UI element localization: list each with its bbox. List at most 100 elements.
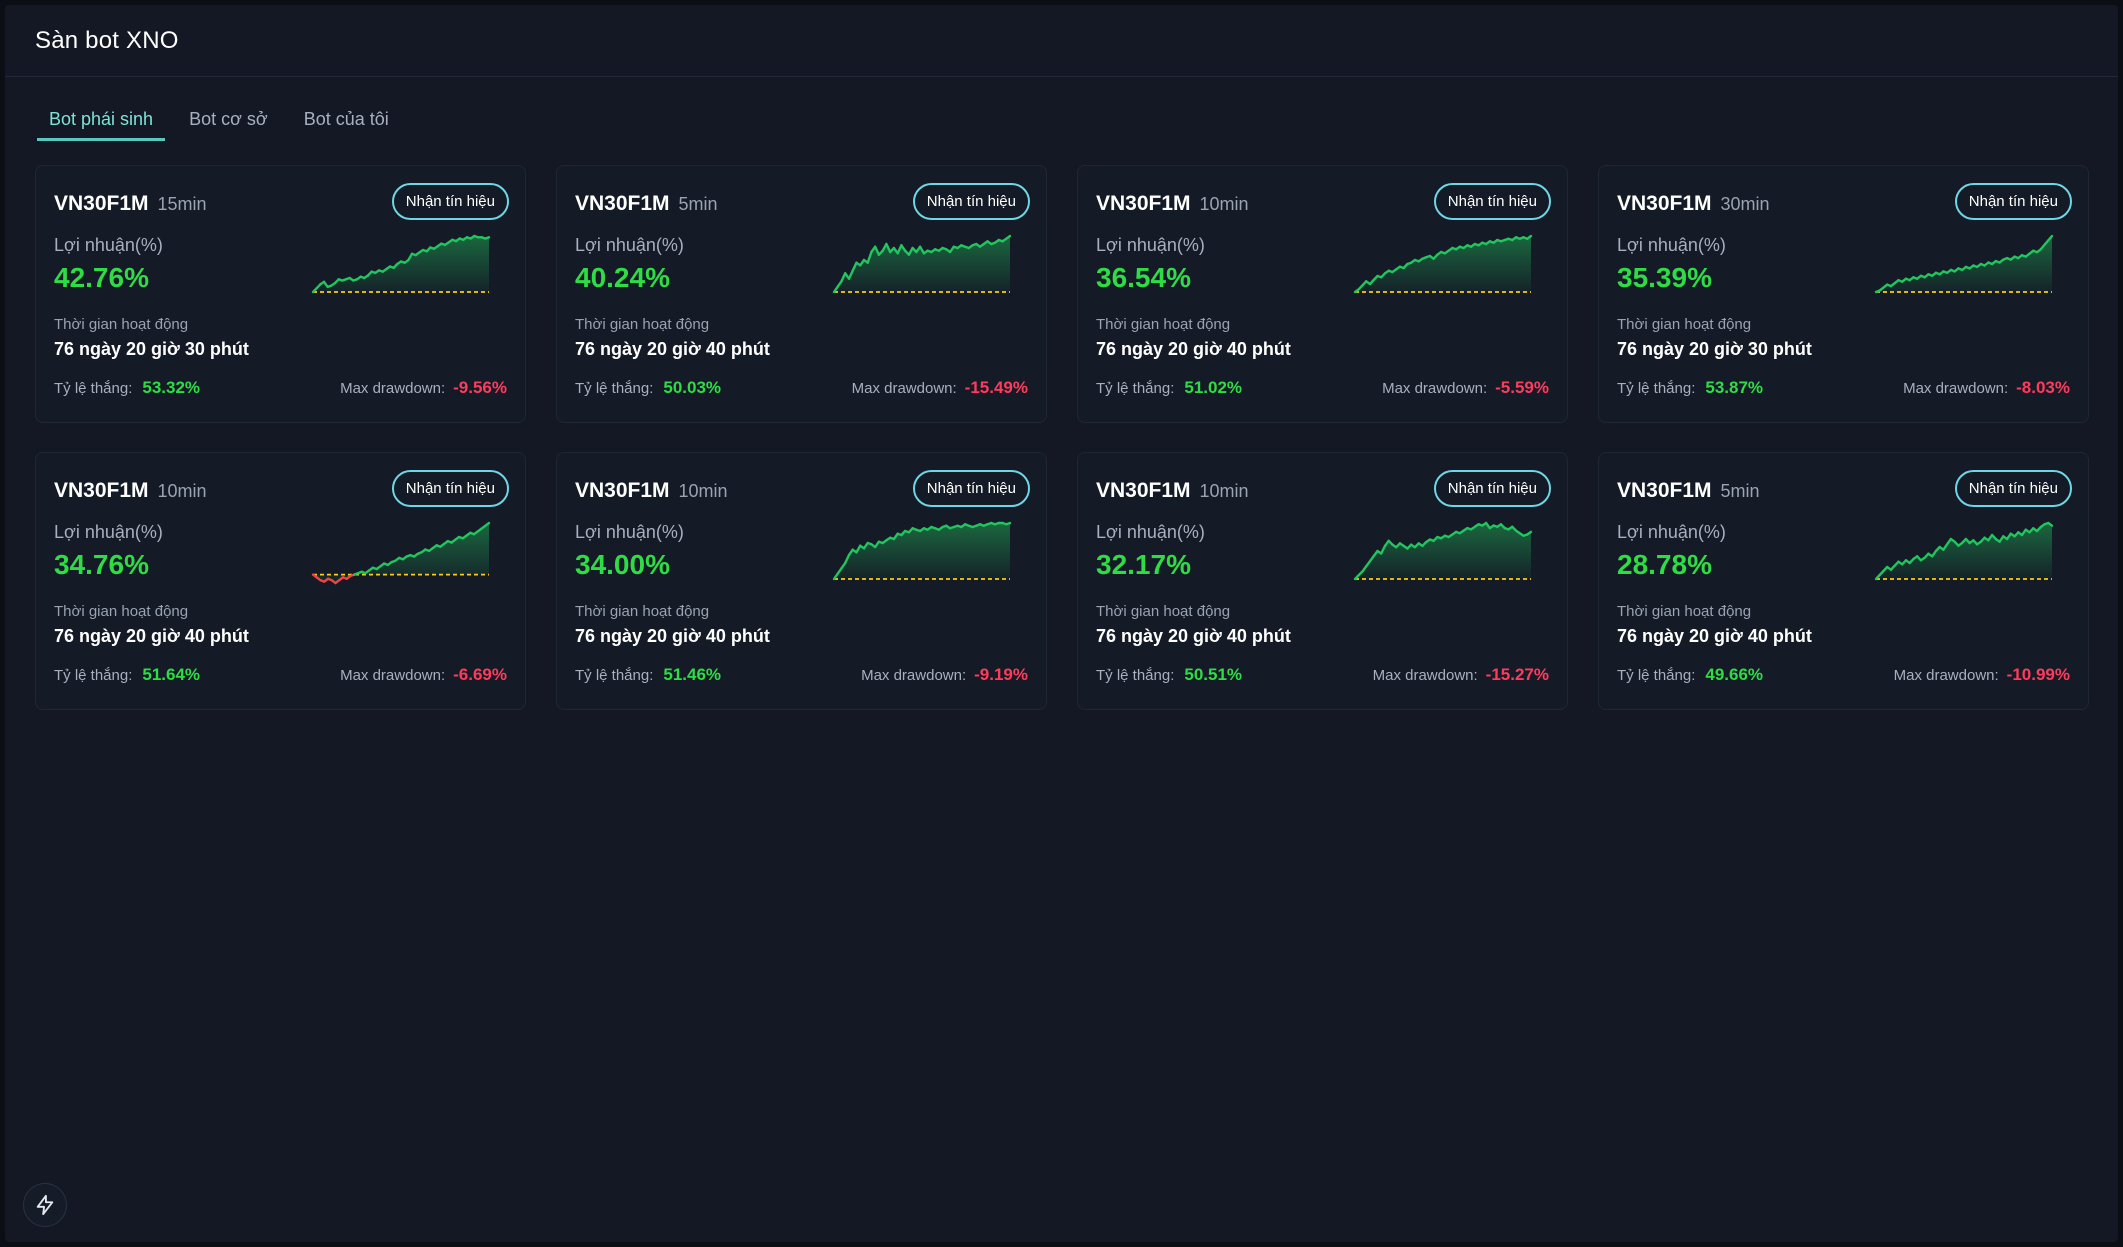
- get-signal-button[interactable]: Nhận tín hiệu: [912, 470, 1030, 507]
- win-rate-label: Tỷ lệ thắng:: [1096, 380, 1175, 397]
- win-rate-value: 49.66%: [1705, 665, 1764, 684]
- bot-title: VN30F1M 10min: [575, 479, 728, 503]
- tab-bar: Bot phái sinh Bot cơ sở Bot của tôi: [37, 105, 2118, 141]
- max-drawdown: Max drawdown: -15.49%: [852, 378, 1028, 398]
- tab-base-bots[interactable]: Bot cơ sở: [177, 105, 280, 141]
- runtime-value: 76 ngày 20 giờ 40 phút: [1096, 626, 1291, 646]
- bot-card[interactable]: VN30F1M 5min Nhận tín hiệu Lợi nhuận(%) …: [1598, 452, 2089, 710]
- get-signal-button[interactable]: Nhận tín hiệu: [912, 183, 1030, 220]
- win-rate: Tỷ lệ thắng: 50.51%: [1096, 665, 1242, 685]
- win-rate-label: Tỷ lệ thắng:: [575, 667, 654, 684]
- profit-sparkline: [1874, 521, 2054, 581]
- runtime-label: Thời gian hoạt động: [1096, 603, 1231, 620]
- win-rate: Tỷ lệ thắng: 49.66%: [1617, 665, 1763, 685]
- bot-symbol: VN30F1M: [54, 192, 149, 215]
- bot-card[interactable]: VN30F1M 10min Nhận tín hiệu Lợi nhuận(%)…: [1077, 452, 1568, 710]
- profit-label: Lợi nhuận(%): [575, 235, 684, 255]
- get-signal-button[interactable]: Nhận tín hiệu: [391, 470, 509, 507]
- bot-card-grid: VN30F1M 15min Nhận tín hiệu Lợi nhuận(%)…: [35, 165, 2089, 710]
- profit-sparkline: [832, 234, 1012, 294]
- bot-card[interactable]: VN30F1M 5min Nhận tín hiệu Lợi nhuận(%) …: [556, 165, 1047, 423]
- profit-value: 35.39%: [1617, 262, 1712, 293]
- profit-value: 34.00%: [575, 549, 670, 580]
- bot-interval: 30min: [1720, 194, 1770, 214]
- profit-label: Lợi nhuận(%): [1096, 235, 1205, 255]
- sparkline-segment: [484, 236, 491, 240]
- bot-card[interactable]: VN30F1M 10min Nhận tín hiệu Lợi nhuận(%)…: [35, 452, 526, 710]
- profit-sparkline: [832, 521, 1012, 581]
- win-rate-value: 50.03%: [663, 378, 722, 397]
- win-rate-value: 51.02%: [1184, 378, 1243, 397]
- bot-interval: 10min: [1199, 481, 1249, 501]
- max-drawdown-value: -9.19%: [974, 665, 1028, 684]
- bot-interval: 10min: [678, 481, 728, 501]
- max-drawdown-label: Max drawdown:: [861, 667, 967, 684]
- get-signal-button[interactable]: Nhận tín hiệu: [391, 183, 509, 220]
- sparkline-area: [313, 236, 489, 292]
- max-drawdown: Max drawdown: -9.19%: [861, 665, 1028, 685]
- sparkline-area: [1876, 236, 2052, 292]
- max-drawdown-label: Max drawdown:: [340, 667, 446, 684]
- win-rate-label: Tỷ lệ thắng:: [54, 380, 133, 397]
- runtime-label: Thời gian hoạt động: [54, 316, 189, 333]
- max-drawdown: Max drawdown: -5.59%: [1382, 378, 1549, 398]
- profit-value: 32.17%: [1096, 549, 1191, 580]
- win-rate-value: 53.32%: [142, 378, 201, 397]
- get-signal-button[interactable]: Nhận tín hiệu: [1954, 470, 2072, 507]
- bot-card[interactable]: VN30F1M 10min Nhận tín hiệu Lợi nhuận(%)…: [556, 452, 1047, 710]
- bot-symbol: VN30F1M: [54, 479, 149, 502]
- page-title: Sàn bot XNO: [35, 26, 179, 54]
- quick-action-button[interactable]: [23, 1183, 67, 1227]
- win-rate: Tỷ lệ thắng: 53.32%: [54, 378, 200, 398]
- max-drawdown-value: -9.56%: [453, 378, 507, 397]
- sparkline-area: [1355, 236, 1531, 292]
- bot-symbol: VN30F1M: [1096, 192, 1191, 215]
- win-rate-label: Tỷ lệ thắng:: [1617, 667, 1696, 684]
- get-signal-button[interactable]: Nhận tín hiệu: [1433, 183, 1551, 220]
- max-drawdown-label: Max drawdown:: [851, 380, 957, 397]
- win-rate-value: 50.51%: [1184, 665, 1243, 684]
- bot-symbol: VN30F1M: [1617, 479, 1712, 502]
- lightning-icon: [36, 1194, 54, 1216]
- win-rate: Tỷ lệ thắng: 53.87%: [1617, 378, 1763, 398]
- profit-sparkline: [311, 521, 491, 585]
- profit-sparkline: [311, 234, 491, 294]
- win-rate-label: Tỷ lệ thắng:: [54, 667, 133, 684]
- win-rate: Tỷ lệ thắng: 51.46%: [575, 665, 721, 685]
- bot-card[interactable]: VN30F1M 15min Nhận tín hiệu Lợi nhuận(%)…: [35, 165, 526, 423]
- win-rate-label: Tỷ lệ thắng:: [1617, 380, 1696, 397]
- max-drawdown-value: -15.49%: [964, 378, 1028, 397]
- win-rate-label: Tỷ lệ thắng:: [1096, 667, 1175, 684]
- sparkline-segment: [1005, 521, 1012, 526]
- profit-value: 40.24%: [575, 262, 670, 293]
- max-drawdown-label: Max drawdown:: [1372, 667, 1478, 684]
- bot-card[interactable]: VN30F1M 30min Nhận tín hiệu Lợi nhuận(%)…: [1598, 165, 2089, 423]
- runtime-value: 76 ngày 20 giờ 40 phút: [575, 339, 770, 359]
- bot-title: VN30F1M 10min: [54, 479, 207, 503]
- runtime-label: Thời gian hoạt động: [575, 316, 710, 333]
- get-signal-button[interactable]: Nhận tín hiệu: [1433, 470, 1551, 507]
- bot-card[interactable]: VN30F1M 10min Nhận tín hiệu Lợi nhuận(%)…: [1077, 165, 1568, 423]
- tab-derivatives-bots[interactable]: Bot phái sinh: [37, 105, 166, 141]
- tab-my-bots[interactable]: Bot của tôi: [292, 105, 401, 141]
- bot-symbol: VN30F1M: [1617, 192, 1712, 215]
- profit-value: 28.78%: [1617, 549, 1712, 580]
- profit-label: Lợi nhuận(%): [575, 522, 684, 542]
- win-rate-value: 51.64%: [142, 665, 201, 684]
- profit-sparkline: [1353, 234, 1533, 294]
- max-drawdown-value: -6.69%: [453, 665, 507, 684]
- profit-value: 36.54%: [1096, 262, 1191, 293]
- win-rate: Tỷ lệ thắng: 51.02%: [1096, 378, 1242, 398]
- bot-title: VN30F1M 5min: [575, 192, 718, 216]
- max-drawdown-value: -5.59%: [1495, 378, 1549, 397]
- bot-symbol: VN30F1M: [575, 192, 670, 215]
- profit-label: Lợi nhuận(%): [54, 522, 163, 542]
- runtime-label: Thời gian hoạt động: [575, 603, 710, 620]
- win-rate-value: 51.46%: [663, 665, 722, 684]
- bot-interval: 10min: [157, 481, 207, 501]
- get-signal-button[interactable]: Nhận tín hiệu: [1954, 183, 2072, 220]
- profit-label: Lợi nhuận(%): [1617, 235, 1726, 255]
- runtime-value: 76 ngày 20 giờ 40 phút: [575, 626, 770, 646]
- bot-symbol: VN30F1M: [575, 479, 670, 502]
- profit-value: 34.76%: [54, 549, 149, 580]
